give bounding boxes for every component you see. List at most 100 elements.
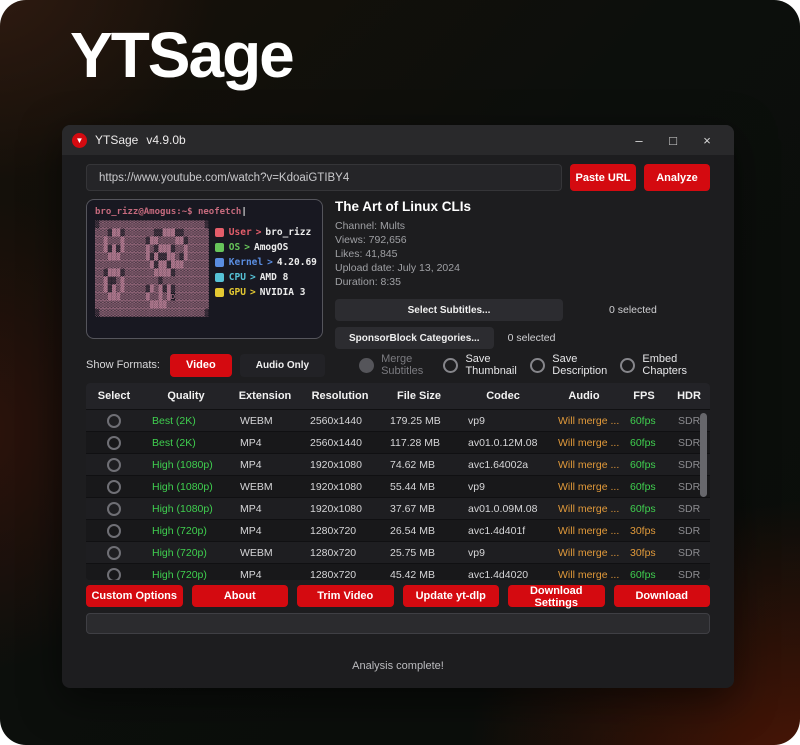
option-label: Embed Chapters <box>642 353 710 377</box>
table-row[interactable]: Best (2K)WEBM2560x1440179.25 MBvp9Will m… <box>86 409 710 431</box>
resolution-cell: 1280x720 <box>300 525 380 537</box>
extension-cell: WEBM <box>230 547 300 559</box>
row-checkbox[interactable] <box>107 458 121 472</box>
quality-cell: Best (2K) <box>142 415 230 427</box>
table-row[interactable]: High (1080p)MP41920x108037.67 MBav01.0.0… <box>86 497 710 519</box>
format-options: Merge SubtitlesSave ThumbnailSave Descri… <box>359 353 710 377</box>
custom-options-button[interactable]: Custom Options <box>86 585 183 607</box>
select-cell <box>86 546 142 560</box>
trim-video-button[interactable]: Trim Video <box>297 585 394 607</box>
media-row: bro_rizz@Amogus:~$ neofetch| ░▒▒▒▒▒▒▒▒▒▒… <box>86 199 710 344</box>
audio-cell: Will merge ... <box>548 569 620 581</box>
download-button[interactable]: Download <box>614 585 711 607</box>
terminal-prompt: bro_rizz@Amogus:~$ neofetch| <box>95 207 314 217</box>
hdr-cell: SDR <box>668 525 710 537</box>
spec-kernel: Kernel>4.20.69 <box>215 255 317 270</box>
row-checkbox[interactable] <box>107 524 121 538</box>
maximize-button[interactable]: □ <box>656 127 690 153</box>
terminal-cursor: | <box>241 207 246 217</box>
audio-only-formats-button[interactable]: Audio Only <box>240 354 325 377</box>
row-checkbox[interactable] <box>107 480 121 494</box>
column-header-fps[interactable]: FPS <box>620 390 668 402</box>
formats-row: Show Formats: Video Audio Only Merge Sub… <box>86 353 710 377</box>
extension-cell: MP4 <box>230 569 300 581</box>
audio-cell: Will merge ... <box>548 481 620 493</box>
sponsorblock-categories-button[interactable]: SponsorBlock Categories... <box>335 327 494 349</box>
format-table-body: Best (2K)WEBM2560x1440179.25 MBvp9Will m… <box>86 409 710 580</box>
column-header-codec[interactable]: Codec <box>458 390 548 402</box>
quality-cell: High (1080p) <box>142 459 230 471</box>
radio-icon <box>443 358 458 373</box>
fps-cell: 30fps <box>620 547 668 559</box>
codec-cell: avc1.4d401f <box>458 525 548 537</box>
file_size-cell: 45.42 MB <box>380 569 458 581</box>
select-cell <box>86 568 142 581</box>
table-row[interactable]: High (720p)WEBM1280x72025.75 MBvp9Will m… <box>86 541 710 563</box>
option-save-description[interactable]: Save Description <box>530 353 620 377</box>
window-version: v4.9.0b <box>146 133 185 147</box>
url-input[interactable] <box>86 164 562 191</box>
table-row[interactable]: High (1080p)MP41920x108074.62 MBavc1.640… <box>86 453 710 475</box>
row-checkbox[interactable] <box>107 414 121 428</box>
download-settings-button[interactable]: Download Settings <box>508 585 605 607</box>
row-checkbox[interactable] <box>107 502 121 516</box>
select-cell <box>86 524 142 538</box>
table-row[interactable]: High (1080p)WEBM1920x108055.44 MBvp9Will… <box>86 475 710 497</box>
terminal-body: ░▒▒▒▒▒▒▒▒▒▒▒▒▒▒▒▒▒▒▒▒▒▒▒▒▒░ ▒▒▒░▓▓░▒▒▒▒▒… <box>95 221 314 317</box>
option-label: Merge Subtitles <box>381 353 443 377</box>
spec-label: Kernel <box>229 257 263 268</box>
spec-label: User <box>229 227 252 238</box>
close-button[interactable]: × <box>690 127 724 153</box>
column-header-extension[interactable]: Extension <box>230 390 300 402</box>
extension-cell: MP4 <box>230 437 300 449</box>
select-cell <box>86 480 142 494</box>
spec-value: AmogOS <box>254 242 288 253</box>
window-content: Paste URL Analyze bro_rizz@Amogus:~$ neo… <box>86 155 710 688</box>
row-checkbox[interactable] <box>107 568 121 581</box>
spec-gpu: GPU>NVIDIA 3 <box>215 285 317 300</box>
column-header-hdr[interactable]: HDR <box>668 390 710 402</box>
column-header-select[interactable]: Select <box>86 390 142 402</box>
quality-cell: High (720p) <box>142 569 230 581</box>
row-checkbox[interactable] <box>107 546 121 560</box>
option-save-thumbnail[interactable]: Save Thumbnail <box>443 353 530 377</box>
paste-url-button[interactable]: Paste URL <box>570 164 636 191</box>
format-table: SelectQualityExtensionResolutionFile Siz… <box>86 383 710 580</box>
spec-value: AMD 8 <box>260 272 289 283</box>
resolution-cell: 1280x720 <box>300 569 380 581</box>
spec-arrow-icon: > <box>256 227 262 238</box>
column-header-quality[interactable]: Quality <box>142 390 230 402</box>
table-row[interactable]: High (720p)MP41280x72026.54 MBavc1.4d401… <box>86 519 710 541</box>
resolution-cell: 2560x1440 <box>300 415 380 427</box>
column-header-audio[interactable]: Audio <box>548 390 620 402</box>
quality-cell: High (1080p) <box>142 503 230 515</box>
video-formats-button[interactable]: Video <box>170 354 232 377</box>
option-embed-chapters[interactable]: Embed Chapters <box>620 353 710 377</box>
kernel-icon <box>215 258 224 267</box>
codec-cell: av01.0.12M.08 <box>458 437 548 449</box>
about-button[interactable]: About <box>192 585 289 607</box>
spec-value: bro_rizz <box>265 227 311 238</box>
hdr-cell: SDR <box>668 503 710 515</box>
column-header-resolution[interactable]: Resolution <box>300 390 380 402</box>
minimize-button[interactable]: – <box>622 127 656 153</box>
fps-cell: 60fps <box>620 481 668 493</box>
neofetch-specs: User>bro_rizzOS>AmogOSKernel>4.20.69CPU>… <box>215 221 317 317</box>
column-header-file-size[interactable]: File Size <box>380 390 458 402</box>
row-checkbox[interactable] <box>107 436 121 450</box>
show-formats-label: Show Formats: <box>86 359 160 371</box>
video-title: The Art of Linux CLIs <box>335 199 710 214</box>
codec-cell: vp9 <box>458 415 548 427</box>
update-ytdlp-button[interactable]: Update yt-dlp <box>403 585 500 607</box>
spec-arrow-icon: > <box>250 287 256 298</box>
select-subtitles-button[interactable]: Select Subtitles... <box>335 299 563 321</box>
extension-cell: MP4 <box>230 459 300 471</box>
spec-os: OS>AmogOS <box>215 240 317 255</box>
table-row[interactable]: High (720p)MP41280x72045.42 MBavc1.4d402… <box>86 563 710 580</box>
fps-cell: 30fps <box>620 525 668 537</box>
table-row[interactable]: Best (2K)MP42560x1440117.28 MBav01.0.12M… <box>86 431 710 453</box>
table-scrollbar-thumb[interactable] <box>700 413 707 497</box>
resolution-cell: 2560x1440 <box>300 437 380 449</box>
analyze-button[interactable]: Analyze <box>644 164 710 191</box>
quality-cell: High (1080p) <box>142 481 230 493</box>
